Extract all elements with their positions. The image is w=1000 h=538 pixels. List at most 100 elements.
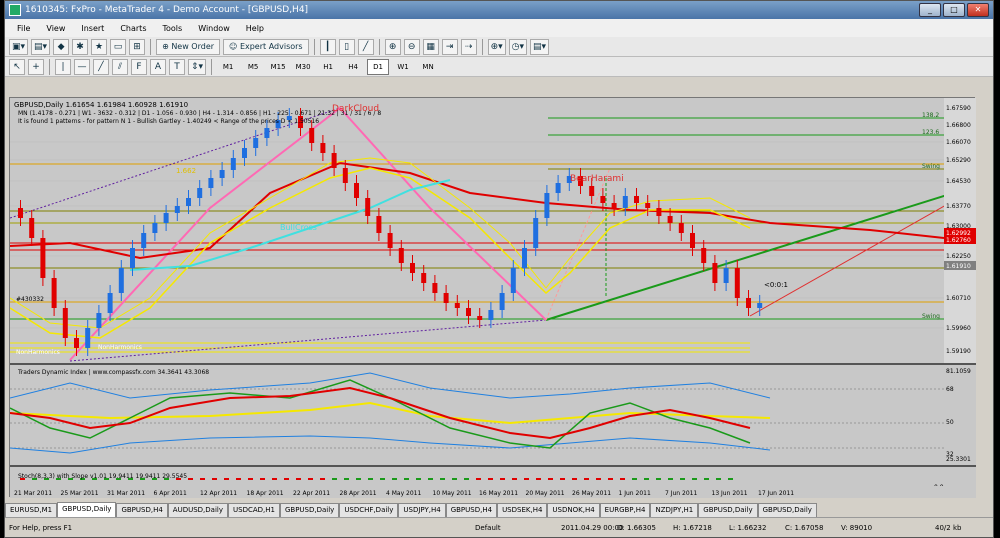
zoom-in-icon[interactable]: ⊕ <box>384 38 401 55</box>
candle-body <box>645 203 651 208</box>
zoom-out-icon[interactable]: ⊖ <box>403 38 420 55</box>
text-icon[interactable]: A <box>150 58 166 75</box>
date-tick-label: 16 May 2011 <box>479 490 518 497</box>
candle-body <box>634 196 639 203</box>
chart-tab[interactable]: USDCHF,Daily <box>339 503 399 517</box>
timeframe-mn[interactable]: MN <box>417 59 439 75</box>
candle-body <box>141 233 147 248</box>
terminal-icon[interactable]: ▭ <box>110 38 127 55</box>
chart-tab[interactable]: USDSEK,H4 <box>497 503 548 517</box>
timeframe-m30[interactable]: M30 <box>292 59 314 75</box>
new-chart-icon[interactable]: ▣▾ <box>9 38 29 55</box>
autoscroll-icon[interactable]: ⇢ <box>460 38 477 55</box>
timeframe-h4[interactable]: H4 <box>342 59 364 75</box>
new-order-button[interactable]: ⊕ New Order <box>156 38 221 55</box>
fibonacci-icon[interactable]: F <box>131 58 147 75</box>
expert-advisors-icon: ☺ <box>229 41 240 51</box>
fib-level-label: 123.6 <box>922 129 939 136</box>
chart-tab[interactable]: GBPUSD,Daily <box>279 503 340 517</box>
chart-tab[interactable]: USDNOK,H4 <box>547 503 600 517</box>
cursor-icon[interactable]: ↖ <box>9 58 25 75</box>
candle-body <box>96 313 102 328</box>
chart-tab[interactable]: AUDUSD,Daily <box>167 503 228 517</box>
date-tick-label: 25 Mar 2011 <box>61 490 99 497</box>
menu-tools[interactable]: Tools <box>154 24 190 33</box>
candle-body <box>443 293 449 303</box>
profiles-icon[interactable]: ▤▾ <box>31 38 51 55</box>
menu-insert[interactable]: Insert <box>73 24 112 33</box>
price-tick-label: 1.66070 <box>946 139 971 146</box>
timeframe-m5[interactable]: M5 <box>242 59 264 75</box>
channel-icon[interactable]: ⫽ <box>112 58 128 75</box>
indicators-icon[interactable]: ⊕▾ <box>487 38 506 55</box>
chart-shift-icon[interactable]: ⇥ <box>441 38 458 55</box>
tdi-title: Traders Dynamic Index | www.compassfx.co… <box>17 369 209 376</box>
navigator-icon[interactable]: ★ <box>91 38 108 55</box>
horizontal-line-icon[interactable]: — <box>74 58 90 75</box>
date-tick-label: 18 Apr 2011 <box>247 490 284 497</box>
timeframe-d1[interactable]: D1 <box>367 58 390 75</box>
candle-body <box>29 218 35 238</box>
periods-icon[interactable]: ◷▾ <box>508 38 528 55</box>
chart-tab[interactable]: GBPUSD,Daily <box>698 503 758 517</box>
candle-body <box>600 196 606 203</box>
price-tick-label: 1.62760 <box>946 237 971 244</box>
maximize-button[interactable]: □ <box>943 3 965 17</box>
timeframe-m1[interactable]: M1 <box>217 59 239 75</box>
candle-body <box>757 303 763 308</box>
candle-body <box>163 213 169 223</box>
app-icon <box>9 4 21 16</box>
chart-tab[interactable]: NZDJPY,H1 <box>650 503 699 517</box>
minimize-button[interactable]: _ <box>919 3 941 17</box>
menu-charts[interactable]: Charts <box>112 24 154 33</box>
chart-tab[interactable]: EURGBP,H4 <box>599 503 651 517</box>
chart-tab[interactable]: GBPUSD,Daily <box>757 503 817 517</box>
strategy-tester-icon[interactable]: ⊞ <box>129 38 146 55</box>
pattern-info-line: It is found 1 patterns - for pattern N 1… <box>18 118 319 125</box>
chart-tab[interactable]: GBPUSD,H4 <box>116 503 168 517</box>
menu-help[interactable]: Help <box>238 24 272 33</box>
templates-icon[interactable]: ▤▾ <box>530 38 550 55</box>
menu-file[interactable]: File <box>9 24 38 33</box>
stoch-title: Stoch(8,3,3) with Slope v1.01 19.9411 19… <box>18 473 187 480</box>
line-chart-icon[interactable]: ╱ <box>357 38 374 55</box>
chart-tab[interactable]: USDCAD,H1 <box>228 503 280 517</box>
candlestick-icon[interactable]: ▯ <box>338 38 355 55</box>
candle-body <box>107 293 113 313</box>
timeframe-w1[interactable]: W1 <box>392 59 414 75</box>
candle-body <box>432 283 438 293</box>
trendline-icon[interactable]: ╱ <box>93 58 109 75</box>
chart-tab[interactable]: GBPUSD,H4 <box>445 503 498 517</box>
chart-canvas[interactable]: GBPUSD,Daily 1.61654 1.61984 1.60928 1.6… <box>10 98 976 498</box>
status-help: For Help, press F1 <box>9 524 73 532</box>
arrows-icon[interactable]: ⇕▾ <box>188 58 207 75</box>
close-button[interactable]: ✕ <box>967 3 989 17</box>
tdi-axis-label: 81.1059 <box>946 368 971 375</box>
candle-body <box>734 268 740 298</box>
chart-tab[interactable]: GBPUSD,Daily <box>57 502 117 517</box>
vertical-line-icon[interactable]: | <box>55 58 71 75</box>
crosshair-icon[interactable]: + <box>28 58 44 75</box>
market-watch-icon[interactable]: ◆ <box>53 38 70 55</box>
chart-tab[interactable]: EURUSD,M1 <box>5 503 58 517</box>
chart-tab[interactable]: USDJPY,H4 <box>398 503 446 517</box>
date-tick-label: 6 Apr 2011 <box>154 490 187 497</box>
candle-body <box>510 268 516 293</box>
label-icon[interactable]: T <box>169 58 185 75</box>
status-volume: V: 89010 <box>841 524 873 532</box>
timeframe-m15[interactable]: M15 <box>267 59 289 75</box>
menu-window[interactable]: Window <box>190 24 238 33</box>
data-window-icon[interactable]: ✱ <box>72 38 89 55</box>
bar-chart-icon[interactable]: ┃ <box>319 38 336 55</box>
chart-window[interactable]: GBPUSD,Daily 1.61654 1.61984 1.60928 1.6… <box>9 97 976 498</box>
candle-body <box>174 206 180 213</box>
value-left-label: 1.662 <box>176 167 196 175</box>
expert-advisors-button[interactable]: ☺ Expert Advisors <box>223 38 309 55</box>
menu-view[interactable]: View <box>38 24 73 33</box>
tile-windows-icon[interactable]: ▦ <box>422 38 439 55</box>
candle-body <box>589 186 595 196</box>
candle-body <box>130 248 135 268</box>
candle-body <box>723 268 729 283</box>
chart-info-line: MN (1.4178 - 0.271 | W1 - 3632 - 0.312 |… <box>18 110 381 117</box>
timeframe-h1[interactable]: H1 <box>317 59 339 75</box>
